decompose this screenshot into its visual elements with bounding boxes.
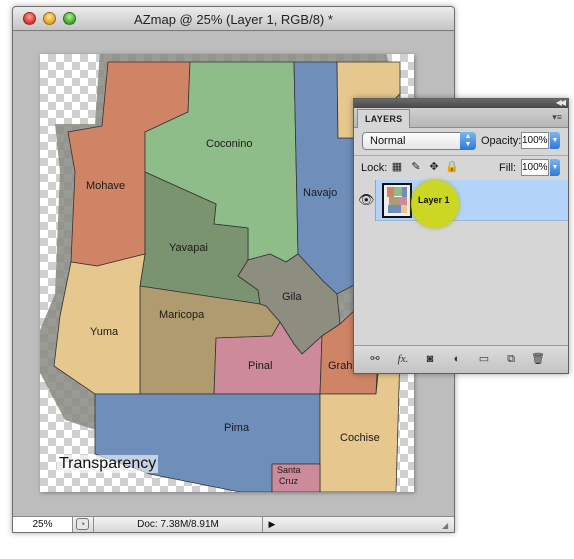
label-yuma: Yuma: [90, 326, 119, 338]
blend-mode-value: Normal: [370, 135, 406, 147]
visibility-cell[interactable]: 👁: [354, 180, 376, 221]
label-coconino: Coconino: [206, 138, 252, 150]
label-cochise: Cochise: [340, 432, 380, 444]
blend-mode-stepper-icon[interactable]: ▲ ▼: [460, 132, 476, 150]
label-maricopa: Maricopa: [159, 309, 205, 321]
layer-thumbnail[interactable]: [382, 183, 412, 218]
panel-divider: [354, 155, 568, 156]
layer-name[interactable]: Layer 1: [418, 195, 450, 205]
fill-label: Fill:: [499, 162, 517, 174]
new-group-folder-icon[interactable]: ▭: [475, 352, 493, 367]
add-layer-mask-icon[interactable]: ◙: [421, 352, 439, 367]
new-layer-icon[interactable]: ⧉: [502, 352, 520, 367]
panel-tab-bar: LAYERS ▾≡: [354, 108, 568, 128]
layer-row[interactable]: 👁 Layer 1: [354, 180, 568, 228]
label-mohave: Mohave: [86, 180, 125, 192]
label-pima: Pima: [224, 422, 250, 434]
zoom-level-field[interactable]: 25%: [13, 517, 73, 532]
resize-grip-icon[interactable]: ◢: [442, 521, 452, 531]
lock-position-icon[interactable]: ✥: [427, 160, 441, 174]
title-bar[interactable]: AZmap @ 25% (Layer 1, RGB/8) *: [13, 7, 454, 31]
panel-collapse-icon[interactable]: ◀◀: [556, 98, 566, 107]
label-santa-cruz-2: Cruz: [279, 476, 299, 486]
status-bar: 25% ◔ Doc: 7.38M/8.91M ▶ ◢: [13, 516, 454, 532]
layers-panel: ◀◀ LAYERS ▾≡ Normal ▲ ▼ Opacity: 100% ▼ L…: [353, 98, 569, 374]
panel-menu-icon[interactable]: ▾≡: [552, 112, 562, 123]
eye-visibility-icon[interactable]: 👁: [358, 193, 375, 207]
panel-drag-bar[interactable]: ◀◀: [354, 98, 568, 108]
delete-layer-trash-icon[interactable]: 🗑: [529, 352, 547, 367]
layer-thumbnail-image: [384, 185, 410, 216]
opacity-input[interactable]: 100%: [521, 132, 549, 149]
layers-list: 👁 Layer 1: [354, 180, 568, 345]
link-layers-icon[interactable]: ⚯: [366, 352, 384, 367]
lock-transparent-pixels-icon[interactable]: ▦: [390, 160, 404, 174]
label-navajo: Navajo: [303, 187, 337, 199]
status-menu-arrow-icon[interactable]: ▶: [265, 518, 279, 531]
tab-layers[interactable]: LAYERS: [357, 109, 411, 128]
document-title: AZmap @ 25% (Layer 1, RGB/8) *: [134, 12, 333, 27]
opacity-dropdown-icon[interactable]: ▼: [550, 132, 560, 149]
label-yavapai: Yavapai: [169, 242, 208, 254]
opacity-label: Opacity:: [481, 135, 522, 147]
layer-style-fx-icon[interactable]: fx.: [394, 352, 412, 367]
label-santa-cruz-1: Santa: [277, 465, 301, 475]
panel-footer: ⚯ fx. ◙ ◐ ▭ ⧉ 🗑: [354, 345, 568, 373]
label-pinal: Pinal: [248, 360, 272, 372]
blend-mode-select[interactable]: Normal ▲ ▼: [362, 132, 476, 150]
adjustment-layer-icon[interactable]: ◐: [448, 352, 466, 367]
lock-label: Lock:: [361, 162, 388, 174]
label-gila: Gila: [282, 291, 302, 303]
lock-image-pixels-icon[interactable]: ✎: [409, 160, 423, 174]
lock-all-icon[interactable]: 🔒: [445, 160, 459, 174]
transparency-caption: Transparency: [57, 455, 159, 473]
fill-input[interactable]: 100%: [521, 159, 549, 176]
proof-setup-icon[interactable]: ◔: [76, 518, 89, 530]
document-size-readout: Doc: 7.38M/8.91M: [93, 517, 263, 532]
fill-dropdown-icon[interactable]: ▼: [550, 159, 560, 176]
